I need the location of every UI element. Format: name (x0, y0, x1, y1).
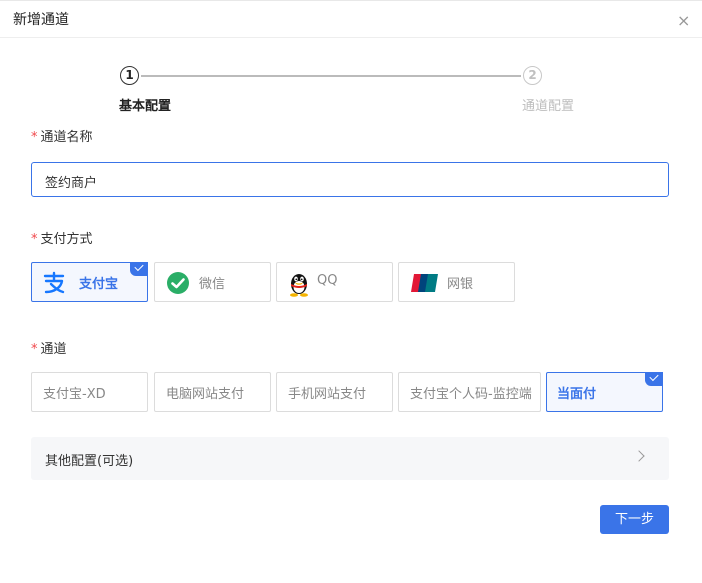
channel-option-selected[interactable]: 当面付 (546, 372, 663, 412)
channel-name-label: * 通道名称 (31, 130, 93, 145)
next-button[interactable]: 下一步 (600, 505, 669, 534)
channel-option-label: 当面付 (557, 387, 597, 402)
selected-check-icon (645, 372, 663, 386)
step-2-label: 通道配置 (522, 99, 575, 114)
payment-option-label: 微信 (199, 277, 226, 292)
channel-option[interactable]: 电脑网站支付 (154, 372, 271, 412)
alipay-icon (43, 271, 65, 294)
channel-option[interactable]: 支付宝个人码-监控端 (398, 372, 541, 412)
channel-option[interactable]: 支付宝-XD (31, 372, 148, 412)
payment-method-label: * 支付方式 (31, 232, 93, 247)
required-mark: * (31, 130, 38, 145)
payment-option-label: 支付宝 (79, 277, 119, 292)
qq-icon (290, 274, 308, 297)
step-1-label: 基本配置 (119, 99, 172, 114)
wechat-icon (167, 272, 189, 294)
payment-option-wechat[interactable]: 微信 (154, 262, 271, 302)
top-border (0, 0, 702, 1)
selected-check-icon (130, 262, 148, 276)
unionpay-icon (411, 274, 438, 292)
step-connector (141, 75, 521, 77)
other-config-collapse[interactable]: 其他配置(可选) (31, 437, 669, 480)
channel-option-label: 支付宝个人码-监控端 (410, 387, 532, 402)
channel-name-input[interactable]: 签约商户 (31, 162, 669, 197)
channel-option-label: 电脑网站支付 (166, 387, 245, 402)
channel-option-label: 支付宝-XD (43, 387, 106, 402)
payment-option-qq[interactable]: QQ (276, 262, 393, 302)
required-mark: * (31, 232, 38, 247)
required-mark: * (31, 342, 38, 357)
header-divider (0, 37, 702, 38)
payment-option-label: QQ (317, 273, 338, 288)
channel-option[interactable]: 手机网站支付 (276, 372, 393, 412)
step-1-indicator: 1 (120, 66, 139, 85)
close-icon[interactable]: × (677, 13, 693, 29)
channel-name-value: 签约商户 (45, 176, 98, 191)
payment-option-alipay[interactable]: 支付宝 (31, 262, 148, 302)
other-config-label: 其他配置(可选) (45, 454, 134, 469)
payment-option-unionpay[interactable]: 网银 (398, 262, 515, 302)
chevron-right-icon (633, 450, 645, 462)
dialog-title: 新增通道 (13, 12, 69, 28)
channel-label: * 通道 (31, 342, 67, 357)
payment-option-label: 网银 (447, 277, 474, 292)
step-2-indicator: 2 (523, 66, 542, 85)
channel-option-label: 手机网站支付 (288, 387, 367, 402)
